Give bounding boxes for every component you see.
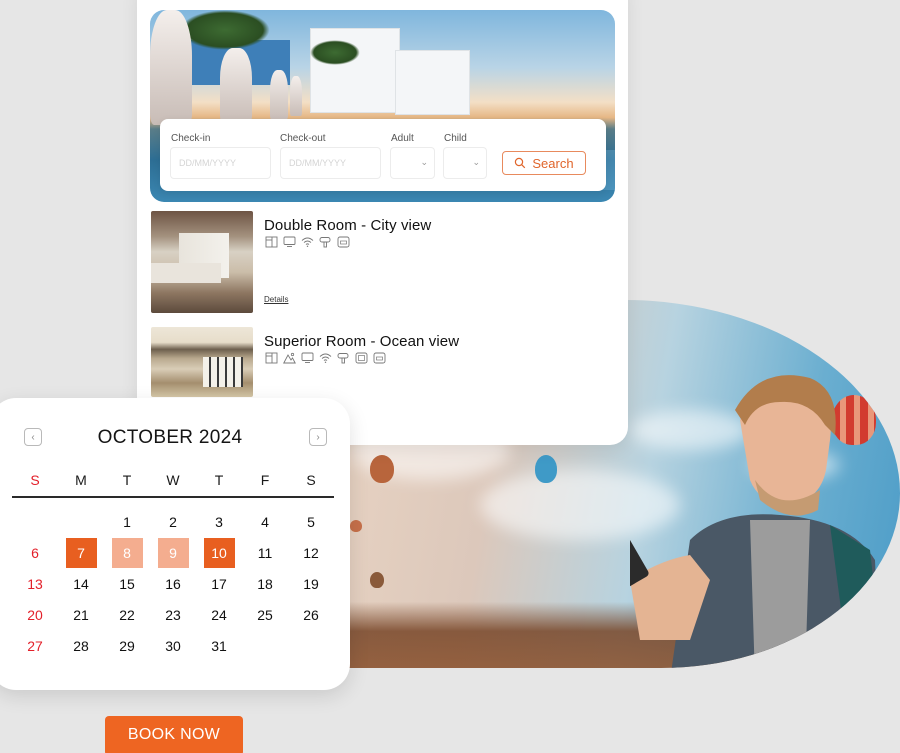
checkin-placeholder: DD/MM/YYYY [179, 158, 237, 168]
minibar-icon [264, 352, 278, 364]
book-now-label: BOOK NOW [127, 726, 221, 743]
safe-icon [354, 352, 368, 364]
room-title: Superior Room - Ocean view [264, 333, 460, 350]
child-select[interactable]: ⌄ [443, 147, 487, 179]
chevron-down-icon: ⌄ [420, 157, 428, 167]
calendar-day[interactable]: 20 [20, 600, 51, 630]
calendar-next-button[interactable]: › [309, 428, 327, 446]
weekday-label: M [75, 472, 87, 488]
traveler-person [630, 375, 880, 668]
calendar-day[interactable]: 23 [158, 600, 189, 630]
search-icon [515, 157, 526, 169]
air-conditioning-icon [336, 236, 350, 248]
calendar-week: 13 14 15 16 17 18 19 [12, 568, 334, 599]
empty-day-cell [250, 631, 281, 661]
calendar-month-title: OCTOBER 2024 [97, 427, 243, 448]
calendar-day[interactable]: 25 [250, 600, 281, 630]
search-panel: Check-in DD/MM/YYYY Check-out DD/MM/YYYY… [160, 119, 606, 191]
book-now-button[interactable]: BOOK NOW [105, 716, 243, 753]
tv-icon [282, 236, 296, 248]
booking-card: Check-in DD/MM/YYYY Check-out DD/MM/YYYY… [137, 0, 628, 445]
checkout-input[interactable]: DD/MM/YYYY [280, 147, 381, 179]
empty-day-cell [66, 507, 97, 537]
calendar-day[interactable]: 14 [66, 569, 97, 599]
calendar-day[interactable]: 27 [20, 631, 51, 661]
calendar-week: 6 7 8 9 10 11 12 [12, 537, 334, 568]
calendar-day[interactable]: 21 [66, 600, 97, 630]
hairdryer-icon [336, 352, 350, 364]
weekday-label: F [260, 472, 270, 488]
empty-day-cell [20, 507, 51, 537]
checkout-label: Check-out [280, 133, 326, 144]
room-details-link[interactable]: Details [264, 295, 288, 304]
calendar-day[interactable]: 13 [20, 569, 51, 599]
calendar-day[interactable]: 26 [296, 600, 327, 630]
calendar-day[interactable]: 7 [65, 537, 97, 568]
calendar-day[interactable]: 19 [296, 569, 327, 599]
checkin-label: Check-in [171, 133, 211, 144]
calendar-day[interactable]: 10 [203, 537, 235, 568]
weekday-header: SMTWTFS [12, 472, 334, 498]
balloon [350, 520, 362, 532]
mountain-view-icon [282, 352, 296, 364]
wifi-icon [300, 236, 314, 248]
calendar-day[interactable]: 17 [204, 569, 235, 599]
calendar-card: ‹ OCTOBER 2024 › SMTWTFS 1 2 3 4 5 6 7 8 9 10 11 12… [0, 398, 350, 690]
room-photo [151, 327, 253, 397]
weekday-label: T [122, 472, 132, 488]
calendar-day[interactable]: 18 [250, 569, 281, 599]
balloon [535, 455, 557, 483]
calendar-day[interactable]: 24 [204, 600, 235, 630]
chevron-down-icon: ⌄ [472, 157, 480, 167]
calendar-day[interactable]: 3 [204, 507, 235, 537]
calendar-day[interactable]: 31 [204, 631, 235, 661]
balloon [370, 455, 394, 483]
weekday-label: S [30, 472, 40, 488]
weekday-label: W [166, 472, 180, 488]
calendar-day[interactable]: 8 [111, 537, 143, 568]
balloon [370, 572, 384, 588]
calendar-day[interactable]: 5 [296, 507, 327, 537]
weekday-label: T [214, 472, 224, 488]
minibar-icon [264, 236, 278, 248]
calendar-week: 27 28 29 30 31 [12, 630, 334, 661]
adult-label: Adult [391, 133, 414, 144]
calendar-week: 20 21 22 23 24 25 26 [12, 599, 334, 630]
calendar-day[interactable]: 4 [250, 507, 281, 537]
checkout-placeholder: DD/MM/YYYY [289, 158, 347, 168]
air-conditioning-icon [372, 352, 386, 364]
calendar-week: 12345 [12, 506, 334, 537]
calendar-day[interactable]: 6 [20, 538, 51, 568]
calendar-day[interactable]: 15 [112, 569, 143, 599]
search-label: Search [532, 155, 574, 171]
room-photo [151, 211, 253, 313]
checkin-input[interactable]: DD/MM/YYYY [170, 147, 271, 179]
calendar-grid: SMTWTFS 1 2 3 4 5 6 7 8 9 10 11 12 13 14 15 16 17 18 19 20 2… [12, 472, 334, 661]
chevron-right-icon: › [316, 431, 320, 443]
calendar-day[interactable]: 30 [158, 631, 189, 661]
tv-icon [300, 352, 314, 364]
calendar-day[interactable]: 16 [158, 569, 189, 599]
calendar-day[interactable]: 22 [112, 600, 143, 630]
weekday-label: S [306, 472, 316, 488]
calendar-day[interactable]: 12 [296, 538, 327, 568]
calendar-day[interactable]: 28 [66, 631, 97, 661]
amenity-list [264, 236, 350, 248]
calendar-day[interactable]: 1 [112, 507, 143, 537]
calendar-days: 1 2 3 4 5 6 7 8 9 10 11 12 13 14 15 16 17 18 19 20 21 22 23 24 2… [12, 506, 334, 661]
calendar-day[interactable]: 2 [158, 507, 189, 537]
empty-day-cell [296, 631, 327, 661]
search-button[interactable]: Search [502, 151, 586, 175]
calendar-day[interactable]: 11 [250, 538, 281, 568]
room-title: Double Room - City view [264, 217, 432, 234]
adult-select[interactable]: ⌄ [390, 147, 435, 179]
hairdryer-icon [318, 236, 332, 248]
child-label: Child [444, 133, 467, 144]
wifi-icon [318, 352, 332, 364]
calendar-day[interactable]: 29 [112, 631, 143, 661]
amenity-list [264, 352, 386, 364]
calendar-day[interactable]: 9 [157, 537, 189, 568]
